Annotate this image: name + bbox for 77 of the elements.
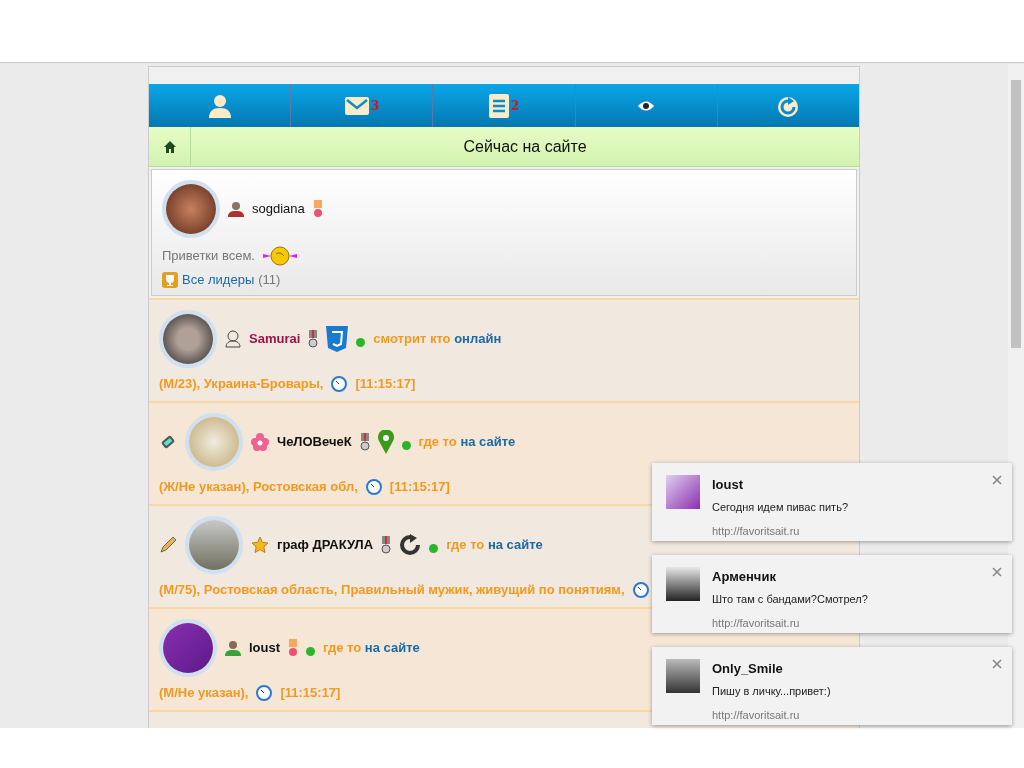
- star-icon: [251, 536, 269, 554]
- leaders-link[interactable]: Все лидеры: [182, 270, 255, 290]
- status-text: Приветки всем.: [162, 247, 255, 266]
- notification-site: http://favoritsait.ru: [712, 616, 801, 631]
- user-info: (Ж/Не указан), Ростовская обл,: [159, 478, 358, 496]
- online-dot: [401, 440, 411, 450]
- refresh-icon: [399, 534, 422, 556]
- clock-icon: [365, 478, 382, 495]
- place-link[interactable]: на сайте: [460, 434, 516, 450]
- medal-icon: [308, 330, 319, 348]
- flower-icon: [251, 433, 269, 451]
- scroll-thumb[interactable]: [1011, 80, 1021, 348]
- user-name[interactable]: граф ДРАКУЛА: [277, 535, 374, 555]
- home-icon: [162, 139, 177, 154]
- avatar-photo: [162, 180, 220, 238]
- medal-icon: [381, 536, 392, 554]
- notification-message: Пишу в личку...привет:): [712, 683, 831, 699]
- place-link[interactable]: онлайн: [454, 331, 502, 347]
- notification-title: loust: [712, 476, 745, 494]
- close-icon: [992, 474, 1002, 485]
- place-link[interactable]: на сайте: [364, 640, 420, 656]
- thumbnail-photo: [666, 475, 700, 509]
- user-info: (М/23), Украина-Бровары,: [159, 375, 324, 393]
- avatar-photo: [185, 413, 243, 471]
- count-label: 2: [510, 97, 520, 115]
- shield-icon: [326, 326, 349, 352]
- document-icon: [488, 93, 509, 118]
- user-name[interactable]: sogdiana: [252, 199, 305, 219]
- notification-site: http://favoritsait.ru: [712, 708, 801, 723]
- notification-title: Арменчик: [712, 568, 777, 586]
- notification-message: Сегодня идем пивас пить?: [712, 499, 848, 515]
- thumbnail-photo: [666, 659, 700, 693]
- thumbnail-photo: [666, 567, 700, 601]
- person-icon: [225, 640, 241, 656]
- map-pin-icon: [377, 430, 394, 454]
- eye-icon: [638, 100, 655, 111]
- clock-icon: [256, 684, 273, 701]
- smiley-icon: [262, 246, 297, 266]
- user-name[interactable]: loust: [249, 638, 281, 658]
- activity-text: смотрит кто: [373, 331, 451, 347]
- clock-icon: [331, 375, 348, 392]
- scrollbar[interactable]: [1008, 64, 1024, 728]
- notification-title: Only_Smile: [712, 660, 784, 678]
- avatar-photo: [159, 619, 217, 677]
- count-label: 3: [370, 97, 379, 115]
- user-name[interactable]: ЧеЛОВечеК: [277, 432, 352, 452]
- clock-icon: [632, 581, 649, 598]
- user-info: (М/75), Ростовская область, Правильный мужик, живущий по понятиям,: [159, 581, 625, 599]
- pencil-icon: [159, 536, 177, 554]
- place-link[interactable]: на сайте: [487, 537, 543, 553]
- medal-icon: [312, 200, 323, 218]
- envelope-icon: [344, 96, 369, 115]
- person-outline-icon: [225, 330, 241, 348]
- activity-text: где то: [446, 537, 485, 553]
- close-icon: [992, 658, 1002, 669]
- avatar-photo: [159, 310, 217, 368]
- trophy-icon: [162, 271, 178, 288]
- notification-message: Што там с бандами?Смотрел?: [712, 591, 868, 607]
- medal-icon: [359, 433, 370, 451]
- close-icon: [992, 566, 1002, 577]
- last-seen-time: [11:15:17]: [389, 478, 450, 496]
- last-seen-time: [11:15:17]: [355, 375, 416, 393]
- user-info: (М/Не указан),: [159, 684, 249, 702]
- online-dot: [429, 543, 439, 553]
- activity-text: где то: [418, 434, 457, 450]
- user-name[interactable]: Samurai: [249, 329, 301, 349]
- last-seen-time: [11:15:17]: [280, 684, 341, 702]
- medal-icon: [288, 639, 299, 657]
- page-title: Сейчас на сайте: [462, 136, 588, 157]
- activity-text: где то: [323, 640, 362, 656]
- person-icon: [228, 201, 244, 217]
- leaders-count: (11): [258, 271, 281, 289]
- notification-site: http://favoritsait.ru: [712, 524, 801, 539]
- user-icon: [208, 93, 231, 118]
- online-dot: [306, 646, 316, 656]
- avatar-photo: [185, 516, 243, 574]
- online-dot: [356, 337, 366, 347]
